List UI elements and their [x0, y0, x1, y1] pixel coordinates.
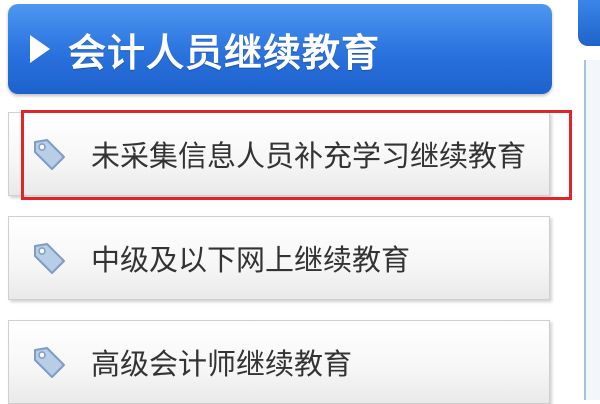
menu-item-label: 中级及以下网上继续教育 [91, 243, 411, 277]
tag-icon [34, 347, 65, 378]
menu-item-intermediate-online-education[interactable]: 中级及以下网上继续教育 [8, 216, 550, 300]
menu-item-senior-accountant-education[interactable]: 高级会计师继续教育 [8, 320, 550, 404]
play-arrow-icon [30, 35, 50, 63]
section-title: 会计人员继续教育 [68, 30, 381, 75]
tag-icon [34, 243, 65, 274]
menu-item-label: 高级会计师继续教育 [91, 347, 353, 381]
right-panel-header [578, 0, 600, 46]
right-panel-body [584, 60, 600, 400]
section-header: 会计人员继续教育 [8, 4, 552, 94]
highlight-box [21, 110, 572, 200]
